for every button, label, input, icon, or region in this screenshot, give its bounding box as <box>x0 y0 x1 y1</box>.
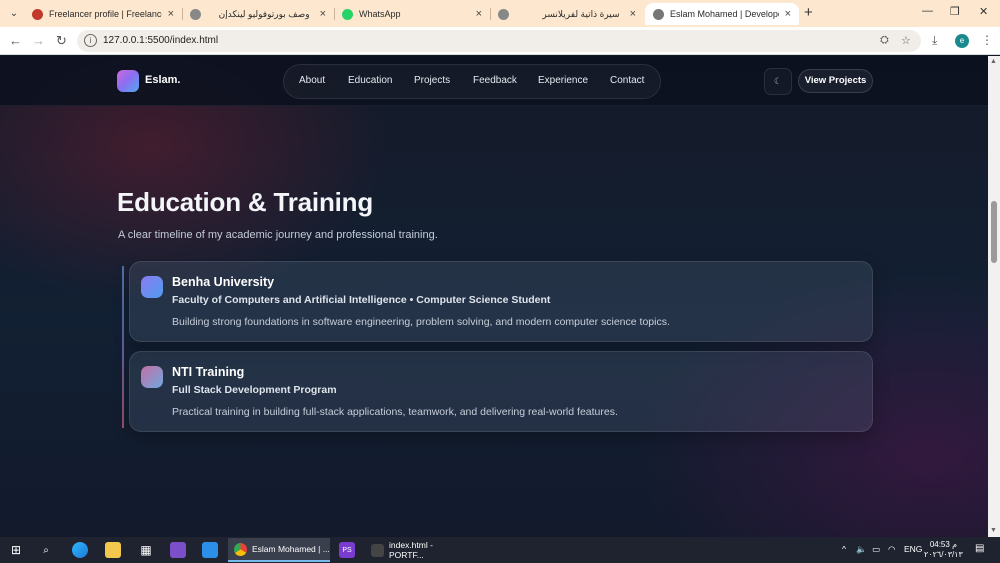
forward-arrow-icon[interactable]: → <box>32 33 45 48</box>
chrome-icon <box>234 542 247 556</box>
search-icon[interactable]: ⌕ <box>38 542 54 558</box>
windows-taskbar: ⊞ ⌕ ▦ Eslam Mohamed | ... PS index.html … <box>0 537 1000 563</box>
education-card: Benha University Faculty of Computers an… <box>129 261 873 342</box>
nav-link-contact[interactable]: Contact <box>610 75 644 86</box>
nav-link-feedback[interactable]: Feedback <box>473 75 517 86</box>
phpstorm-icon[interactable]: PS <box>339 542 355 558</box>
taskbar-app-title: index.html - PORTF... <box>389 540 433 560</box>
clock-time: 04:53 م <box>929 540 958 549</box>
windows-start-icon[interactable]: ⊞ <box>8 542 24 558</box>
restore-icon[interactable]: ❐ <box>950 5 960 18</box>
scroll-down-arrow-icon[interactable]: ▼ <box>990 527 997 534</box>
bookmark-star-icon[interactable]: ☆ <box>901 34 911 47</box>
section-title: Education & Training <box>117 187 374 217</box>
tab-title: سيرة ذاتية لفريلانسر <box>542 8 620 19</box>
globe-favicon-icon <box>653 8 664 20</box>
card-role: Full Stack Development Program <box>172 384 337 396</box>
clock[interactable]: 04:53 م ٢٠٢٦/٠٣/١٣ <box>924 540 963 560</box>
card-description: Practical training in building full-stac… <box>172 406 618 418</box>
card-description: Building strong foundations in software … <box>172 316 670 328</box>
scroll-up-arrow-icon[interactable]: ▲ <box>990 58 997 65</box>
view-projects-button[interactable]: View Projects <box>798 69 873 93</box>
volume-icon[interactable]: 🔈 <box>856 544 867 555</box>
scrollbar-thumb[interactable] <box>991 201 997 263</box>
battery-icon[interactable]: ▭ <box>872 544 880 555</box>
nav-link-education[interactable]: Education <box>348 75 392 86</box>
timeline-dot <box>141 276 163 298</box>
browser-tab-active[interactable]: Eslam Mohamed | Developer P × <box>645 3 799 25</box>
tab-title: وصف بورتوفوليو لينكدإن <box>218 8 310 19</box>
close-tab-icon[interactable]: × <box>785 8 791 20</box>
store-icon[interactable]: ▦ <box>138 542 154 558</box>
card-role: Faculty of Computers and Artificial Inte… <box>172 294 551 306</box>
whatsapp-favicon-icon <box>342 8 353 20</box>
browser-tab[interactable]: وصف بورتوفوليو لينكدإن × <box>182 3 334 25</box>
taskbar-app-chrome[interactable]: Eslam Mohamed | ... <box>228 538 330 562</box>
timeline-dot <box>141 366 163 388</box>
translate-icon[interactable]: ⛭ <box>880 34 889 47</box>
visual-studio-icon[interactable] <box>170 542 186 558</box>
tab-title: Eslam Mohamed | Developer P <box>670 9 779 19</box>
reload-icon[interactable]: ↻ <box>56 33 67 49</box>
nav-link-about[interactable]: About <box>299 75 325 86</box>
vscode-icon[interactable] <box>202 542 218 558</box>
tray-chevron-up-icon[interactable]: ^ <box>842 544 846 554</box>
theme-toggle-moon-icon[interactable]: ☾ <box>764 68 792 95</box>
close-tab-icon[interactable]: × <box>168 8 174 20</box>
section-subtitle: A clear timeline of my academic journey … <box>118 229 438 241</box>
browser-tab-bar: ⌄ Freelancer profile | Freelance Y × وصف… <box>0 0 1000 27</box>
language-indicator[interactable]: ENG <box>904 544 922 554</box>
logo-text[interactable]: Eslam. <box>145 74 180 86</box>
freelancer-favicon-icon <box>32 8 43 20</box>
minimize-icon[interactable]: — <box>922 5 933 17</box>
timeline-line <box>122 266 124 428</box>
network-icon[interactable]: ◠ <box>888 544 895 555</box>
browser-tab[interactable]: سيرة ذاتية لفريلانسر × <box>490 3 644 25</box>
close-tab-icon[interactable]: × <box>630 8 636 20</box>
globe-favicon-icon <box>498 8 509 20</box>
tab-search-chevron-icon[interactable]: ⌄ <box>6 5 22 21</box>
edge-icon[interactable] <box>72 542 88 558</box>
new-tab-plus-icon[interactable]: + <box>804 4 813 21</box>
browser-tab[interactable]: WhatsApp × <box>334 3 490 25</box>
notifications-icon[interactable]: ▤ <box>975 543 984 554</box>
web-page: Eslam. About Education Projects Feedback… <box>0 56 988 537</box>
taskbar-app-title: Eslam Mohamed | ... <box>252 544 330 554</box>
education-card: NTI Training Full Stack Development Prog… <box>129 351 873 432</box>
taskbar-app-editor[interactable]: index.html - PORTF... <box>365 538 465 562</box>
logo-mark[interactable] <box>117 70 139 92</box>
address-bar[interactable]: i 127.0.0.1:5500/index.html ⛭ ☆ <box>77 30 921 52</box>
editor-icon <box>371 543 384 557</box>
file-explorer-icon[interactable] <box>105 542 121 558</box>
tab-title: WhatsApp <box>359 9 401 19</box>
browser-toolbar: ← → ↻ i 127.0.0.1:5500/index.html ⛭ ☆ ⤓ … <box>0 27 1000 55</box>
site-header: Eslam. About Education Projects Feedback… <box>0 56 988 106</box>
nav-link-experience[interactable]: Experience <box>538 75 588 86</box>
back-arrow-icon[interactable]: ← <box>9 33 22 48</box>
profile-avatar[interactable]: e <box>955 34 969 48</box>
globe-favicon-icon <box>190 8 201 20</box>
nav-link-projects[interactable]: Projects <box>414 75 450 86</box>
url-text[interactable]: 127.0.0.1:5500/index.html <box>103 35 218 46</box>
main-nav <box>283 64 661 99</box>
close-tab-icon[interactable]: × <box>476 8 482 20</box>
tab-title: Freelancer profile | Freelance Y <box>49 9 162 19</box>
download-icon[interactable]: ⤓ <box>932 33 937 48</box>
card-org: NTI Training <box>172 365 245 379</box>
page-scrollbar[interactable]: ▲ ▼ <box>988 56 1000 537</box>
close-window-icon[interactable]: ✕ <box>979 5 988 18</box>
site-info-icon[interactable]: i <box>84 34 97 47</box>
card-org: Benha University <box>172 275 275 289</box>
close-tab-icon[interactable]: × <box>320 8 326 20</box>
menu-kebab-icon[interactable]: ⋮ <box>981 33 993 47</box>
browser-tab[interactable]: Freelancer profile | Freelance Y × <box>24 3 182 25</box>
clock-date: ٢٠٢٦/٠٣/١٣ <box>924 550 963 559</box>
